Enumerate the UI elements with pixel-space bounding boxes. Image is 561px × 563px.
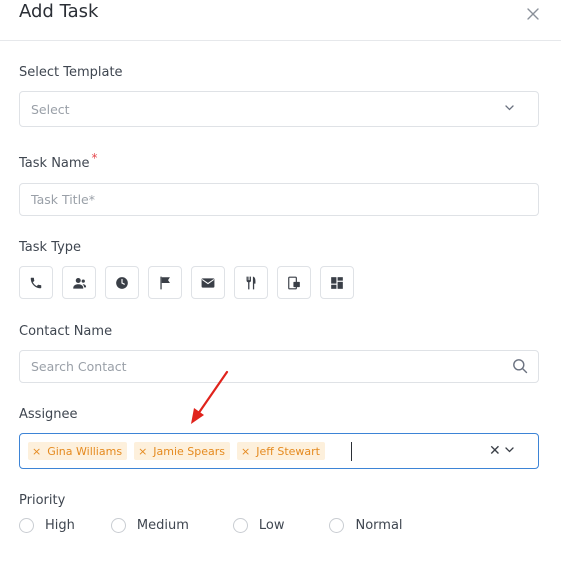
priority-option-low[interactable]: Low (232, 518, 285, 533)
required-mark: * (91, 151, 98, 165)
assignee-tag: × Jeff Stewart (237, 442, 325, 460)
phone-icon (30, 277, 42, 288)
priority-label: Priority (19, 493, 66, 508)
radio-label: Normal (355, 518, 403, 533)
template-select[interactable]: Select (19, 91, 539, 127)
task-type-deadline[interactable] (148, 266, 182, 299)
contact-label: Contact Name (19, 324, 113, 339)
chevron-down-icon[interactable] (505, 447, 514, 453)
close-icon[interactable] (525, 6, 541, 22)
radio-button[interactable] (19, 518, 34, 533)
task-type-email[interactable] (191, 266, 225, 299)
task-type-transfer[interactable] (277, 266, 311, 299)
clear-icon[interactable]: ✕ (489, 443, 501, 459)
priority-option-medium[interactable]: Medium (110, 518, 189, 533)
tag-label: Jamie Spears (153, 444, 226, 458)
task-type-other[interactable] (320, 266, 354, 299)
text-cursor (351, 442, 352, 461)
task-title-placeholder: Task Title* (31, 192, 95, 207)
task-type-label: Task Type (19, 240, 82, 255)
assignee-label: Assignee (19, 407, 78, 422)
contact-placeholder: Search Contact (31, 359, 127, 374)
template-placeholder: Select (31, 102, 70, 117)
task-type-buttons (19, 266, 354, 299)
task-name-label: Task Name * (19, 151, 98, 171)
radio-label: Low (258, 518, 285, 533)
search-icon[interactable] (512, 358, 528, 374)
meeting-icon (72, 277, 86, 289)
assignee-tags: × Gina Williams × Jamie Spears × Jeff St… (28, 442, 325, 460)
tag-remove-icon[interactable]: × (138, 445, 147, 458)
assignee-tag: × Gina Williams (28, 442, 128, 460)
tag-remove-icon[interactable]: × (32, 445, 41, 458)
task-type-meeting[interactable] (62, 266, 96, 299)
annotation-arrow (191, 370, 229, 424)
assignee-multiselect[interactable]: × Gina Williams × Jamie Spears × Jeff St… (19, 433, 539, 469)
tag-remove-icon[interactable]: × (241, 445, 250, 458)
task-type-reminder[interactable] (105, 266, 139, 299)
template-label: Select Template (19, 65, 123, 80)
clock-icon (116, 276, 128, 289)
dialog-title: Add Task (19, 1, 99, 22)
dashboard-icon (331, 276, 343, 289)
dialog-header: Add Task (0, 0, 561, 41)
radio-label: Medium (136, 518, 189, 533)
priority-radio-group: High Medium Low Normal (19, 518, 403, 533)
radio-button[interactable] (329, 518, 345, 533)
assignee-tag: × Jamie Spears (134, 442, 231, 460)
task-title-input[interactable]: Task Title* (19, 183, 539, 216)
radio-button[interactable] (110, 518, 126, 533)
task-type-lunch[interactable] (234, 266, 268, 299)
flag-icon (159, 276, 170, 289)
radio-label: High (45, 518, 75, 533)
tag-label: Gina Williams (47, 444, 123, 458)
lunch-icon (246, 276, 256, 289)
task-name-label-text: Task Name (19, 156, 90, 171)
chevron-down-icon (505, 105, 514, 111)
radio-button[interactable] (232, 518, 248, 533)
tag-label: Jeff Stewart (256, 444, 320, 458)
priority-option-high[interactable]: High (19, 518, 75, 533)
priority-option-normal[interactable]: Normal (329, 518, 403, 533)
email-icon (201, 277, 215, 288)
transfer-icon (288, 276, 300, 289)
contact-search-input[interactable]: Search Contact (19, 350, 539, 383)
task-type-call[interactable] (19, 266, 53, 299)
